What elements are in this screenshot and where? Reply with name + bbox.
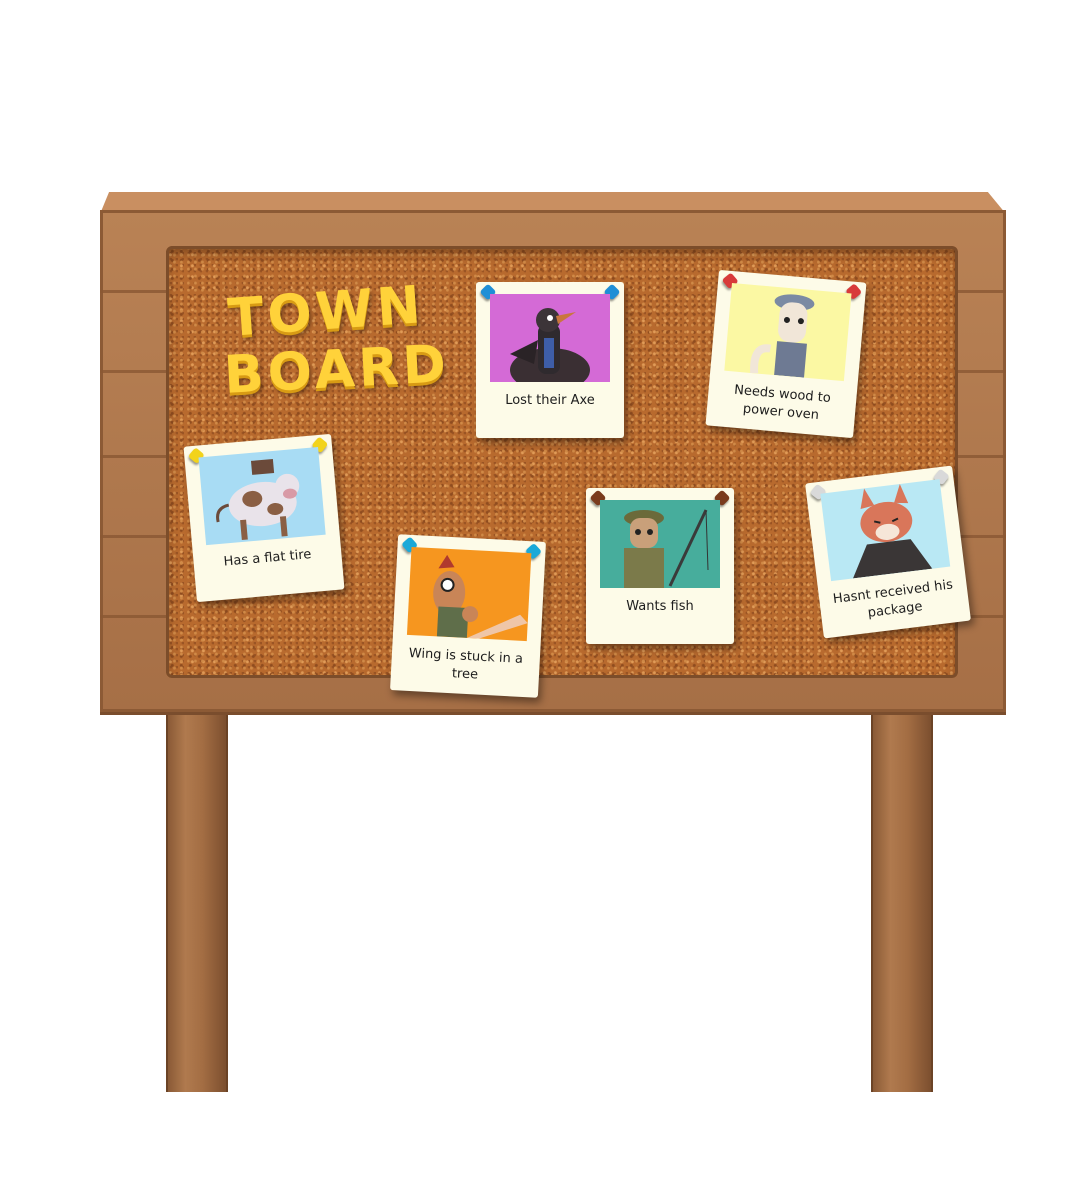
note-label: Wants fish	[626, 599, 694, 614]
note-label: Wing is stuck in a tree	[408, 645, 524, 683]
chicken-icon	[406, 546, 532, 642]
fox-icon	[820, 479, 951, 582]
cat-fisher-icon	[600, 500, 720, 588]
crow-icon	[490, 294, 610, 382]
quest-note-axe[interactable]: Lost their Axe	[476, 282, 624, 438]
ferret-chef-icon	[724, 283, 852, 382]
quest-note-tree[interactable]: Wing is stuck in a tree	[390, 534, 546, 698]
board-post-left	[166, 700, 228, 1092]
quest-note-package[interactable]: Hasnt received his package	[805, 465, 971, 639]
note-label: Hasnt received his package	[832, 577, 954, 621]
quest-note-oven[interactable]: Needs wood to power oven	[705, 269, 867, 439]
quest-note-tire[interactable]: Has a flat tire	[183, 433, 345, 603]
quest-note-fish[interactable]: Wants fish	[586, 488, 734, 644]
note-label: Has a flat tire	[223, 547, 312, 570]
note-label: Needs wood to power oven	[733, 382, 832, 424]
board-post-right	[871, 700, 933, 1092]
note-label: Lost their Axe	[505, 393, 595, 408]
board-title-line2: BOARD	[222, 334, 452, 406]
cow-icon	[198, 447, 326, 546]
